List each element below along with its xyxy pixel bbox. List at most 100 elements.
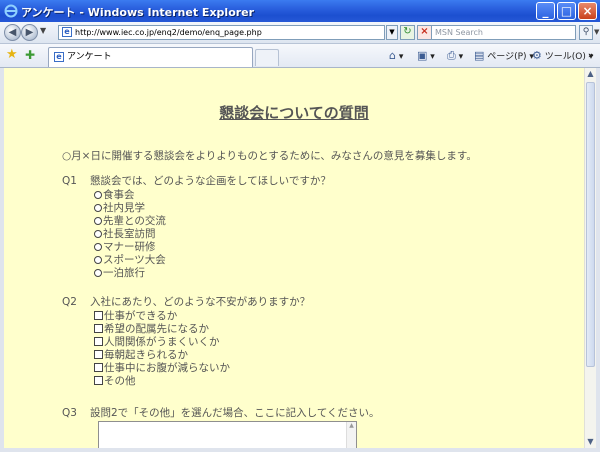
tools-menu[interactable]: ⚙ ツール(O) ▾ (532, 49, 593, 64)
page-icon: e (62, 27, 72, 37)
intro-text: ○月×日に開催する懇談会をよりよりものとするために、みなさんの意見を募集します。 (62, 150, 477, 162)
question-text: 懇談会では、どのような企画をしてほしいですか？ (90, 175, 331, 187)
question-3: Q3 設問2で「その他」を選んだ場合、ここに記入してください。 (62, 405, 380, 420)
window-title: アンケート - Windows Internet Explorer (21, 6, 255, 19)
add-favorites-icon[interactable]: ✚ (25, 47, 35, 63)
radio-button[interactable] (94, 230, 102, 238)
option-label: 社内見学 (103, 202, 145, 214)
option-label: 社長室訪問 (103, 228, 156, 240)
radio-button[interactable] (94, 204, 102, 212)
q1-options: 食事会 社内見学 先輩との交流 社長室訪問 マナー研修 スポーツ大会 一泊旅行 (93, 189, 166, 280)
option-label: 仕事ができるか (104, 310, 178, 322)
page-menu-label: ページ(P) (487, 52, 527, 62)
search-input[interactable]: MSN Search (431, 25, 576, 40)
scroll-thumb[interactable] (586, 82, 595, 367)
address-bar: ◀ ▶ ▼ e http://www.iec.co.jp/enq2/demo/en… (0, 22, 600, 44)
forward-button[interactable]: ▶ (21, 24, 38, 41)
q2-option[interactable]: その他 (93, 375, 230, 388)
scroll-down-icon[interactable]: ▼ (585, 436, 596, 448)
radio-button[interactable] (94, 191, 102, 199)
feeds-icon: ▣ (417, 49, 428, 62)
option-label: 先輩との交流 (103, 215, 166, 227)
printer-icon: ⎙ (447, 49, 456, 62)
radio-button[interactable] (94, 217, 102, 225)
tab-label: アンケート (67, 52, 112, 62)
question-2: Q2 入社にあたり、どのような不安がありますか？ (62, 294, 310, 309)
question-text: 入社にあたり、どのような不安がありますか？ (90, 296, 311, 308)
url-dropdown-icon[interactable]: ▼ (386, 25, 398, 40)
checkbox[interactable] (94, 337, 103, 346)
q2-option[interactable]: 仕事ができるか (93, 310, 230, 323)
scroll-up-icon[interactable]: ▲ (585, 68, 596, 80)
q1-option[interactable]: 食事会 (93, 189, 166, 202)
q2-option[interactable]: 人間関係がうまくいくか (93, 336, 230, 349)
maximize-button[interactable]: □ (557, 2, 576, 20)
window-title-bar[interactable]: アンケート - Windows Internet Explorer _ □ × (0, 0, 600, 22)
refresh-button[interactable]: ↻ (400, 25, 415, 40)
option-label: 食事会 (103, 189, 135, 201)
question-1: Q1 懇談会では、どのような企画をしてほしいですか？ (62, 173, 331, 188)
question-number: Q3 (62, 407, 77, 419)
option-label: スポーツ大会 (103, 254, 166, 266)
back-button[interactable]: ◀ (4, 24, 21, 41)
option-label: 一泊旅行 (103, 267, 145, 279)
history-dropdown-icon[interactable]: ▼ (40, 26, 46, 35)
favorites-star-icon[interactable]: ★ (6, 47, 18, 63)
internet-explorer-icon (4, 4, 18, 18)
url-input[interactable]: e http://www.iec.co.jp/enq2/demo/enq_page… (58, 25, 385, 40)
search-options-dropdown-icon[interactable]: ▼ (594, 28, 599, 36)
more-commands-button[interactable]: » (588, 49, 594, 63)
q1-option[interactable]: 一泊旅行 (93, 267, 166, 280)
gear-icon: ⚙ (532, 49, 542, 62)
checkbox[interactable] (94, 363, 103, 372)
radio-button[interactable] (94, 269, 102, 277)
question-number: Q2 (62, 296, 77, 308)
q2-options: 仕事ができるか 希望の配属先になるか 人間関係がうまくいくか 毎朝起きられるか … (93, 310, 230, 388)
checkbox[interactable] (94, 311, 103, 320)
tools-menu-label: ツール(O) (544, 52, 586, 62)
q1-option[interactable]: マナー研修 (93, 241, 166, 254)
home-button[interactable]: ⌂ ▾ (389, 49, 403, 64)
tab-bar: ★ ✚ e アンケート ⌂ ▾ ▣ ▾ ⎙ ▾ ▤ ページ(P) ▾ ⚙ ツール(… (0, 44, 600, 68)
q1-option[interactable]: 先輩との交流 (93, 215, 166, 228)
q1-option[interactable]: スポーツ大会 (93, 254, 166, 267)
minimize-button[interactable]: _ (536, 2, 555, 20)
checkbox[interactable] (94, 350, 103, 359)
radio-button[interactable] (94, 243, 102, 251)
radio-button[interactable] (94, 256, 102, 264)
question-number: Q1 (62, 175, 77, 187)
page-scrollbar[interactable]: ▲ ▼ (584, 68, 596, 448)
option-label: 人間関係がうまくいくか (104, 336, 220, 348)
checkbox[interactable] (94, 376, 103, 385)
url-text: http://www.iec.co.jp/enq2/demo/enq_page.… (75, 28, 262, 37)
tab-enquete[interactable]: e アンケート (48, 47, 253, 67)
page-menu-icon: ▤ (474, 49, 485, 62)
page-viewport: 懇談会についての質問 ○月×日に開催する懇談会をよりよりものとするために、みなさ… (4, 68, 584, 448)
option-label: 毎朝起きられるか (104, 349, 188, 361)
window-frame-right (596, 68, 600, 452)
question-text: 設問2で「その他」を選んだ場合、ここに記入してください。 (90, 407, 380, 419)
option-label: 仕事中にお腹が減らないか (104, 362, 230, 374)
window-frame-bottom (0, 448, 600, 452)
print-button[interactable]: ⎙ ▾ (447, 49, 463, 64)
feeds-button[interactable]: ▣ ▾ (417, 49, 435, 64)
q1-option[interactable]: 社内見学 (93, 202, 166, 215)
page-menu[interactable]: ▤ ページ(P) ▾ (474, 49, 534, 64)
q1-option[interactable]: 社長室訪問 (93, 228, 166, 241)
home-icon: ⌂ (389, 49, 396, 62)
other-answer-textarea[interactable]: ▲ (98, 421, 357, 448)
search-button[interactable]: ⚲ (579, 25, 593, 40)
close-button[interactable]: × (578, 2, 597, 20)
stop-button[interactable]: × (417, 25, 432, 40)
page-title: 懇談会についての質問 (219, 104, 369, 122)
option-label: マナー研修 (103, 241, 156, 253)
textarea-scrollbar[interactable]: ▲ (346, 422, 356, 448)
q2-option[interactable]: 毎朝起きられるか (93, 349, 230, 362)
option-label: その他 (104, 375, 136, 387)
new-tab-button[interactable] (255, 49, 279, 66)
q2-option[interactable]: 仕事中にお腹が減らないか (93, 362, 230, 375)
option-label: 希望の配属先になるか (104, 323, 209, 335)
q2-option[interactable]: 希望の配属先になるか (93, 323, 230, 336)
tab-page-icon: e (54, 52, 64, 62)
checkbox[interactable] (94, 324, 103, 333)
